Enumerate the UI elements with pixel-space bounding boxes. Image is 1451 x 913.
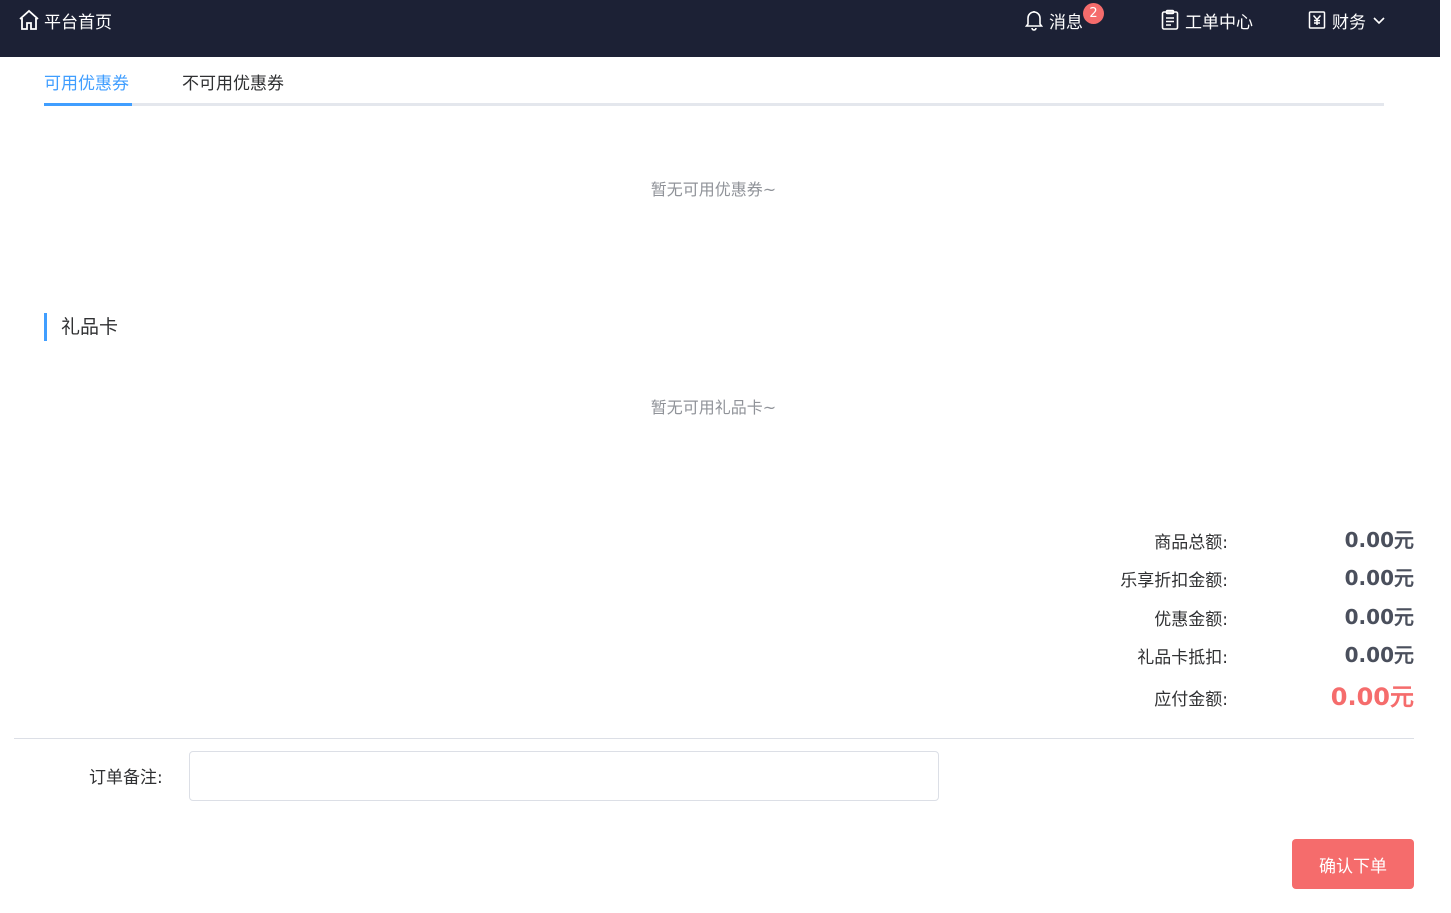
summary-value: 0.00元 xyxy=(1344,566,1414,590)
summary-value: 0.00元 xyxy=(1344,528,1414,552)
nav-home-link[interactable]: 平台首页 xyxy=(17,6,112,34)
summary-row-amount-payable: 应付金额: 0.00元 xyxy=(0,681,1414,711)
nav-ticket-center-link[interactable]: 工单中心 xyxy=(1160,6,1253,34)
yuan-bill-icon xyxy=(1307,9,1327,31)
summary-label: 商品总额: xyxy=(1154,533,1228,553)
summary-label: 应付金额: xyxy=(1154,690,1228,710)
nav-messages-link[interactable]: 消息 xyxy=(1024,6,1083,34)
summary-value: 0.00元 xyxy=(1344,643,1414,667)
gift-card-empty-message: 暂无可用礼品卡~ xyxy=(650,398,777,417)
home-icon xyxy=(17,8,41,32)
gift-card-section-title: 礼品卡 xyxy=(44,313,118,341)
active-tab-indicator xyxy=(44,103,132,106)
confirm-order-button[interactable]: 确认下单 xyxy=(1292,839,1414,889)
summary-row-discount: 乐享折扣金额: 0.00元 xyxy=(0,562,1414,592)
nav-home-label: 平台首页 xyxy=(44,12,112,33)
nav-messages-label: 消息 xyxy=(1049,12,1083,33)
page-right-edge xyxy=(1440,0,1451,913)
messages-count-badge: 2 xyxy=(1083,3,1104,24)
summary-label: 优惠金额: xyxy=(1154,610,1228,630)
nav-finance-dropdown[interactable]: 财务 xyxy=(1307,6,1387,34)
nav-finance-label: 财务 xyxy=(1332,12,1366,33)
summary-label: 乐享折扣金额: xyxy=(1120,571,1228,591)
summary-value: 0.00元 xyxy=(1344,605,1414,629)
coupon-tabs: 可用优惠券 不可用优惠券 xyxy=(44,57,1384,106)
clipboard-icon xyxy=(1160,9,1180,31)
summary-row-goods-total: 商品总额: 0.00元 xyxy=(0,524,1414,554)
top-nav-bar: 平台首页 消息 2 工单中心 财务 xyxy=(0,0,1440,57)
summary-divider xyxy=(14,738,1414,739)
order-remark-input[interactable] xyxy=(189,751,939,801)
summary-row-gift-card-deduction: 礼品卡抵扣: 0.00元 xyxy=(0,639,1414,669)
chevron-down-icon xyxy=(1371,12,1387,28)
tab-available-coupons[interactable]: 可用优惠券 xyxy=(44,69,129,94)
amount-payable-value: 0.00元 xyxy=(1330,683,1414,711)
order-remark-label: 订单备注: xyxy=(89,768,163,788)
summary-row-coupon-amount: 优惠金额: 0.00元 xyxy=(0,601,1414,631)
coupon-empty-message: 暂无可用优惠券~ xyxy=(650,180,777,199)
nav-ticket-center-label: 工单中心 xyxy=(1185,12,1253,33)
summary-label: 礼品卡抵扣: xyxy=(1137,648,1228,668)
bell-icon xyxy=(1024,9,1044,31)
tab-unavailable-coupons[interactable]: 不可用优惠券 xyxy=(182,69,284,94)
